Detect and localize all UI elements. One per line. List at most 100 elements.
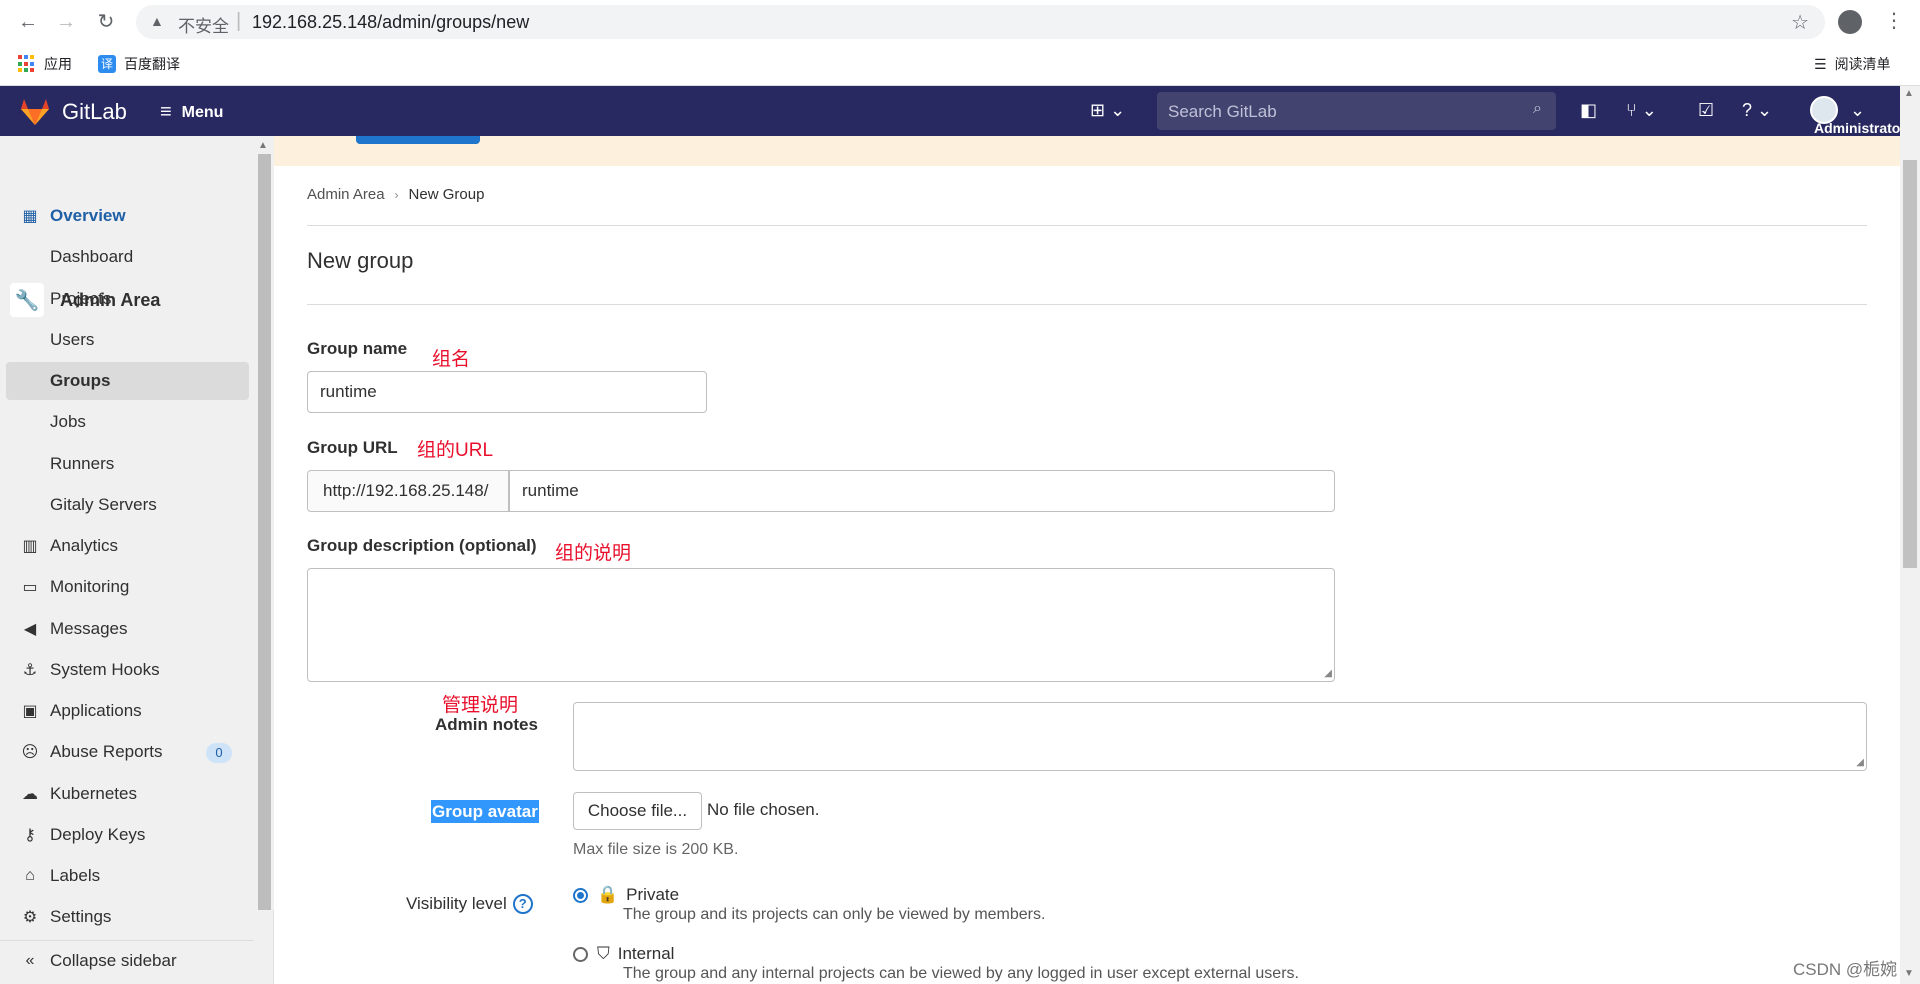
bullhorn-icon: ◀ xyxy=(23,621,37,638)
sidebar-item-monitoring[interactable]: ▭ Monitoring xyxy=(0,568,254,606)
sidebar-item-label: System Hooks xyxy=(50,660,160,679)
divider xyxy=(307,225,1867,226)
sidebar-item-overview[interactable]: ▦ Overview xyxy=(0,197,254,235)
sidebar-item-abuse-reports[interactable]: ☹ Abuse Reports 0 xyxy=(0,733,254,771)
visibility-internal-option[interactable]: ⛉ Internal xyxy=(597,944,674,964)
bookmark-baidu-translate[interactable]: 译 百度翻译 xyxy=(98,54,180,74)
hamburger-icon: ≡ xyxy=(160,101,172,123)
forward-icon[interactable]: → xyxy=(54,10,78,34)
address-bar[interactable]: ▲ 不安全 | 192.168.25.148/admin/groups/new … xyxy=(136,5,1825,39)
resize-handle-icon[interactable]: ◢ xyxy=(1856,757,1864,768)
brand-name[interactable]: GitLab xyxy=(62,99,127,125)
scroll-up-icon[interactable]: ▲ xyxy=(258,140,268,151)
max-size-help: Max file size is 200 KB. xyxy=(573,841,739,858)
sidebar-item-label: Monitoring xyxy=(50,577,130,596)
sidebar-item-label: Dashboard xyxy=(50,247,134,266)
sidebar-item-groups[interactable]: Groups xyxy=(6,362,249,400)
search-icon: ⌕ xyxy=(1533,100,1542,117)
sidebar-item-label: Users xyxy=(50,330,95,349)
reading-list[interactable]: ☰ 阅读清单 xyxy=(1814,54,1891,74)
collapse-sidebar-button[interactable]: « Collapse sidebar xyxy=(0,940,254,980)
apps-grid-icon xyxy=(18,55,36,73)
group-name-input[interactable]: runtime xyxy=(307,371,707,413)
gitlab-logo-icon[interactable] xyxy=(20,98,50,126)
back-icon[interactable]: ← xyxy=(16,10,40,34)
sidebar-item-messages[interactable]: ◀ Messages xyxy=(0,610,254,648)
new-dropdown-icon[interactable]: ⊞ ⌄ xyxy=(1090,100,1125,121)
sidebar-item-settings[interactable]: ⚙ Settings xyxy=(0,898,254,936)
profile-icon[interactable] xyxy=(1838,10,1862,34)
visibility-private-option[interactable]: 🔒 Private xyxy=(597,885,679,905)
visibility-internal-radio[interactable] xyxy=(573,947,588,962)
help-icon[interactable]: ? ⌄ xyxy=(1742,100,1772,121)
merge-requests-icon[interactable]: ⑂ ⌄ xyxy=(1626,100,1657,121)
sidebar-item-deploy-keys[interactable]: ⚷ Deploy Keys xyxy=(0,816,254,854)
group-name-annotation: 组名 xyxy=(432,349,471,370)
resize-handle-icon[interactable]: ◢ xyxy=(1324,668,1332,679)
bookmark-label: 应用 xyxy=(44,56,72,72)
sidebar-item-label: Jobs xyxy=(50,412,86,431)
bookmarks-bar: 应用 译 百度翻译 ☰ 阅读清单 xyxy=(0,44,1920,86)
scroll-up-icon[interactable]: ▲ xyxy=(1904,88,1914,99)
reload-icon[interactable]: ↻ xyxy=(94,10,118,34)
description-textarea[interactable]: ◢ xyxy=(307,568,1335,682)
watermark: CSDN @栀婉 xyxy=(1793,960,1898,979)
visibility-option-label: Private xyxy=(626,885,680,904)
visibility-option-description: The group and any internal projects can … xyxy=(623,965,1299,982)
search-placeholder: Search GitLab xyxy=(1168,102,1277,121)
gear-icon: ⚙ xyxy=(22,909,38,926)
sidebar-item-projects[interactable]: Projects xyxy=(0,280,254,318)
bookmark-label: 百度翻译 xyxy=(124,56,180,72)
sidebar-scrollbar-thumb[interactable] xyxy=(258,154,271,910)
scroll-down-icon[interactable]: ▼ xyxy=(1904,968,1914,979)
url-text[interactable]: 192.168.25.148/admin/groups/new xyxy=(252,12,529,33)
sidebar-item-jobs[interactable]: Jobs xyxy=(0,403,254,441)
group-url-input[interactable]: runtime xyxy=(509,470,1335,512)
page-scrollbar-thumb[interactable] xyxy=(1903,160,1917,568)
banner-button[interactable] xyxy=(356,136,480,144)
visibility-option-description: The group and its projects can only be v… xyxy=(623,906,1046,923)
admin-notes-textarea[interactable]: ◢ xyxy=(573,702,1867,771)
bookmark-apps[interactable]: 应用 xyxy=(18,54,72,74)
slight-frown-icon: ☹ xyxy=(21,744,39,761)
double-chevron-left-icon: « xyxy=(25,951,35,969)
visibility-label-text: Visibility level xyxy=(406,894,507,913)
sidebar-item-dashboard[interactable]: Dashboard xyxy=(0,238,254,276)
monitor-icon: ▭ xyxy=(22,579,38,596)
chevron-down-icon[interactable]: ⌄ xyxy=(1850,100,1865,121)
visibility-label: Visibility level ? xyxy=(406,894,533,914)
sidebar-item-label: Overview xyxy=(50,206,126,225)
user-name: Administrator xyxy=(1814,120,1906,136)
menu-button[interactable]: ≡ Menu xyxy=(160,101,223,124)
sidebar-item-users[interactable]: Users xyxy=(0,321,254,359)
description-annotation: 组的说明 xyxy=(555,543,632,564)
bookmark-star-icon[interactable]: ☆ xyxy=(1791,10,1809,35)
issues-icon[interactable]: ◧ xyxy=(1580,100,1597,121)
group-url-annotation: 组的URL xyxy=(417,440,494,461)
collapse-label: Collapse sidebar xyxy=(50,950,177,970)
browser-toolbar: ← → ↻ ▲ 不安全 | 192.168.25.148/admin/group… xyxy=(0,0,1920,44)
todos-icon[interactable]: ☑ xyxy=(1698,100,1714,121)
sidebar-item-runners[interactable]: Runners xyxy=(0,445,254,483)
breadcrumb-parent[interactable]: Admin Area xyxy=(307,186,385,203)
sidebar-item-kubernetes[interactable]: ☁ Kubernetes xyxy=(0,775,254,813)
admin-notes-annotation: 管理说明 xyxy=(442,695,519,716)
sidebar-item-analytics[interactable]: ▥ Analytics xyxy=(0,527,254,565)
choose-file-button[interactable]: Choose file... xyxy=(573,792,702,830)
sidebar-item-gitaly-servers[interactable]: Gitaly Servers xyxy=(0,486,254,524)
applications-icon: ▣ xyxy=(22,703,38,720)
sidebar-item-applications[interactable]: ▣ Applications xyxy=(0,692,254,730)
insecure-label: 不安全 xyxy=(178,17,229,36)
sidebar-item-system-hooks[interactable]: ⚓ System Hooks xyxy=(0,651,254,689)
menu-label: Menu xyxy=(181,103,224,121)
admin-notes-label: Admin notes xyxy=(435,715,538,734)
translate-icon: 译 xyxy=(98,55,116,73)
question-icon[interactable]: ? xyxy=(512,894,533,914)
search-input[interactable]: Search GitLab ⌕ xyxy=(1157,92,1556,130)
sidebar-item-label: Applications xyxy=(50,701,142,720)
sidebar-item-label: Settings xyxy=(50,907,112,926)
visibility-private-radio[interactable] xyxy=(573,888,588,903)
breadcrumb-current[interactable]: New Group xyxy=(409,186,485,203)
sidebar-item-labels[interactable]: ⌂ Labels xyxy=(0,857,254,895)
browser-menu-icon[interactable]: ⋮ xyxy=(1884,8,1904,33)
